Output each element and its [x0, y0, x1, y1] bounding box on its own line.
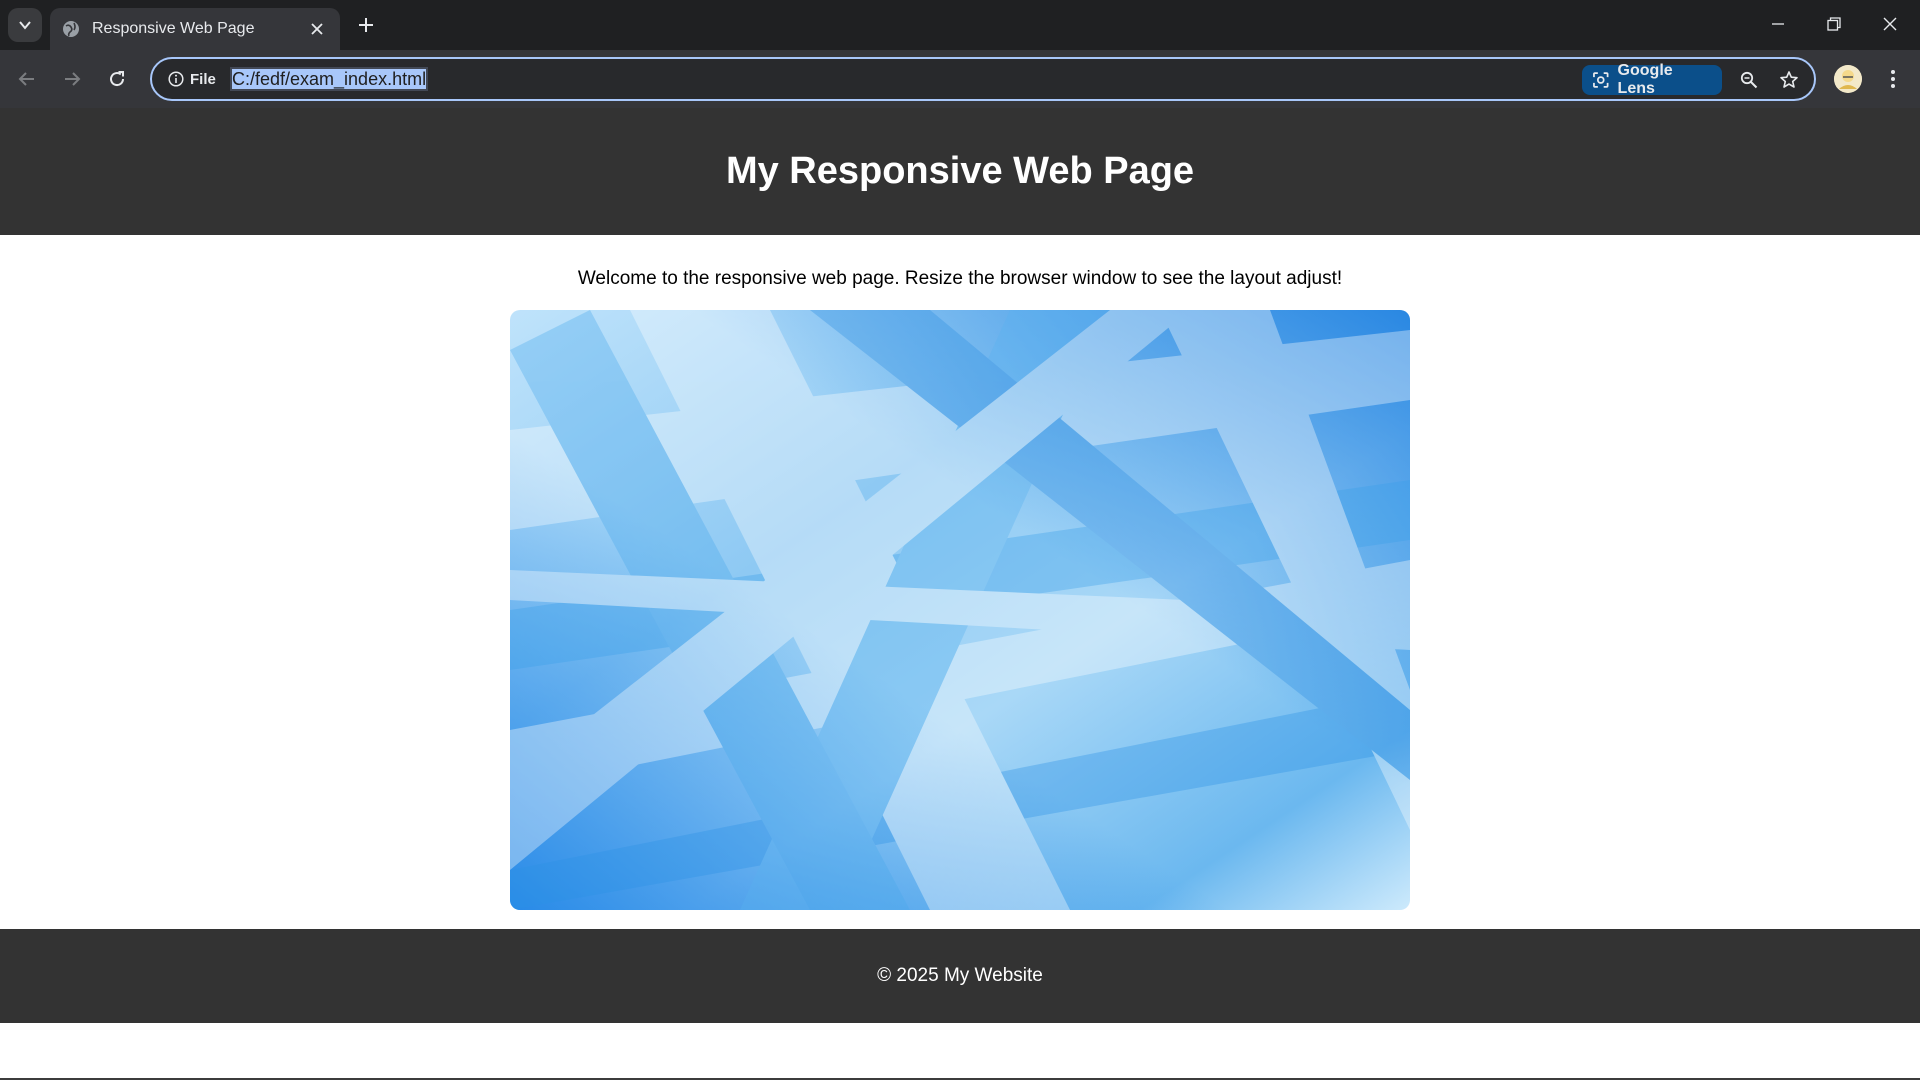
google-lens-label: Google Lens: [1617, 62, 1673, 97]
page-title: My Responsive Web Page: [725, 150, 1195, 192]
minimize-icon: [1772, 23, 1784, 25]
arrow-right-icon: [65, 72, 81, 86]
chevron-down-icon: [19, 21, 31, 30]
url-text: C:/fedf/exam_index.html: [232, 69, 427, 89]
browser-toolbar: File C:/fedf/exam_index.html Google Lens: [0, 50, 1920, 108]
star-icon: [1780, 71, 1798, 88]
close-window-button[interactable]: [1862, 0, 1918, 48]
google-lens-button[interactable]: Google Lens: [1582, 62, 1722, 97]
zoom-button[interactable]: [1736, 67, 1762, 93]
camera-lens-icon: [1593, 72, 1609, 88]
site-footer: © 2025 My Website: [0, 929, 1920, 1023]
profile-avatar[interactable]: [1834, 65, 1862, 93]
site-info-button[interactable]: File: [162, 67, 222, 91]
url-input[interactable]: C:/fedf/exam_index.html: [230, 67, 429, 91]
back-button[interactable]: [10, 62, 44, 96]
reload-button[interactable]: [100, 62, 134, 96]
browser-menu-button[interactable]: [1880, 64, 1906, 94]
more-vertical-icon: [1891, 70, 1895, 88]
restore-button[interactable]: [1806, 0, 1862, 48]
intro-text: Welcome to the responsive web page. Resi…: [577, 268, 1343, 289]
site-info-label: File: [190, 70, 216, 88]
reload-icon: [110, 71, 125, 87]
abstract-blue-background-image: [510, 310, 1410, 910]
restore-icon: [1827, 17, 1841, 31]
avatar-icon: [1834, 65, 1862, 93]
tab-responsive-web-page[interactable]: Responsive Web Page: [50, 8, 340, 50]
minimize-button[interactable]: [1750, 0, 1806, 48]
site-header: My Responsive Web Page: [0, 108, 1920, 235]
footer-copyright: © 2025 My Website: [877, 965, 1043, 986]
info-icon: [168, 71, 184, 87]
globe-icon: [62, 20, 80, 38]
bookmark-button[interactable]: [1776, 67, 1802, 93]
close-icon: [1883, 17, 1897, 31]
web-page: My Responsive Web Page Welcome to the re…: [0, 108, 1920, 1080]
arrow-left-icon: [18, 72, 34, 86]
close-tab-icon[interactable]: [306, 18, 328, 40]
tab-strip: Responsive Web Page: [0, 0, 1920, 50]
magnifier-icon: [1740, 71, 1758, 89]
new-tab-button[interactable]: [352, 11, 380, 39]
address-bar[interactable]: File C:/fedf/exam_index.html Google Lens: [150, 57, 1816, 101]
forward-button[interactable]: [55, 62, 89, 96]
tab-title: Responsive Web Page: [92, 20, 255, 37]
tab-search-button[interactable]: [8, 8, 42, 42]
hero-image: [510, 310, 1410, 910]
plus-icon: [359, 18, 373, 32]
